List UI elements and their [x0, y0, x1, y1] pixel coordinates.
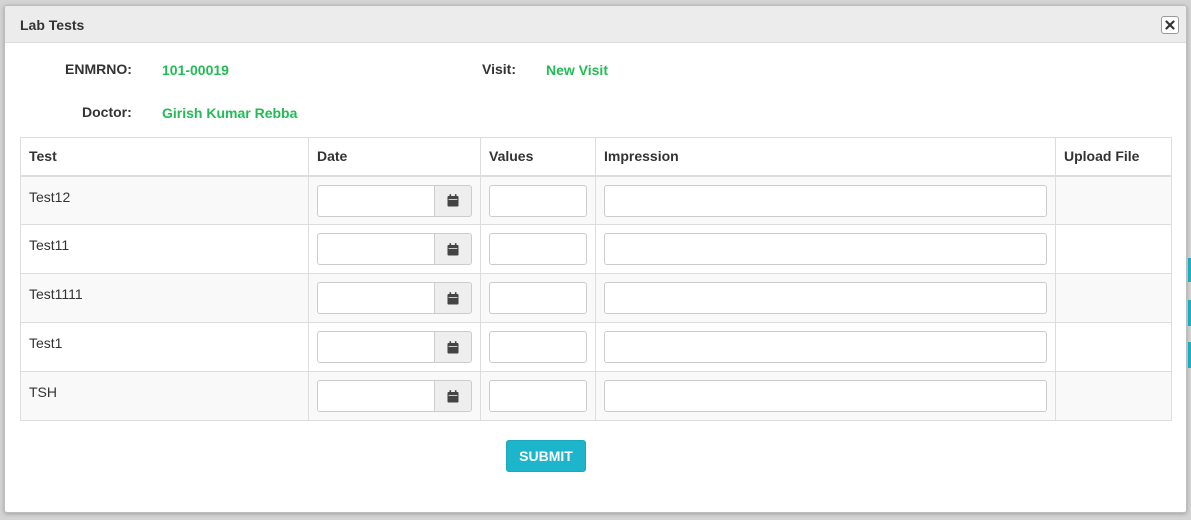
column-header-values: Values — [480, 137, 596, 177]
values-input[interactable] — [489, 233, 587, 265]
values-input[interactable] — [489, 331, 587, 363]
table-row: Test1111 — [20, 273, 1172, 323]
date-cell — [308, 273, 481, 323]
impression-input[interactable] — [604, 380, 1047, 412]
column-header-date: Date — [308, 137, 481, 177]
doctor-value: Girish Kumar Rebba — [162, 105, 298, 121]
values-cell — [480, 224, 596, 274]
values-cell — [480, 322, 596, 372]
modal-title: Lab Tests — [20, 17, 85, 33]
date-input[interactable] — [317, 282, 434, 314]
test-name: Test12 — [29, 188, 71, 205]
impression-input[interactable] — [604, 331, 1047, 363]
calendar-icon — [447, 194, 459, 207]
lab-tests-table: Test Date Values Impression Upload File … — [20, 137, 1172, 421]
calendar-button[interactable] — [434, 380, 472, 412]
date-input[interactable] — [317, 184, 434, 217]
close-icon — [1165, 20, 1175, 30]
values-cell — [480, 371, 596, 421]
upload-file-cell — [1055, 175, 1172, 225]
table-header-row: Test Date Values Impression Upload File — [20, 137, 1172, 177]
calendar-button[interactable] — [434, 331, 472, 363]
upload-file-cell — [1055, 371, 1172, 421]
date-picker — [317, 184, 472, 217]
date-input[interactable] — [317, 331, 434, 363]
impression-cell — [595, 371, 1056, 421]
close-button[interactable] — [1161, 16, 1179, 34]
date-picker — [317, 282, 472, 314]
upload-file-cell — [1055, 322, 1172, 372]
table-row: Test12 — [20, 175, 1172, 225]
date-input[interactable] — [317, 233, 434, 265]
calendar-button[interactable] — [434, 282, 472, 314]
test-cell: TSH — [20, 371, 309, 421]
test-cell: Test1111 — [20, 273, 309, 323]
impression-cell — [595, 175, 1056, 225]
upload-file-cell — [1055, 224, 1172, 274]
doctor-label: Doctor: — [82, 104, 132, 120]
table-row: Test11 — [20, 224, 1172, 274]
calendar-button[interactable] — [434, 233, 472, 265]
calendar-icon — [447, 389, 459, 402]
visit-value: New Visit — [546, 62, 608, 78]
column-header-upload-file: Upload File — [1055, 137, 1172, 177]
calendar-button[interactable] — [434, 184, 472, 217]
impression-cell — [595, 224, 1056, 274]
impression-cell — [595, 322, 1056, 372]
test-name: TSH — [29, 384, 57, 400]
test-cell: Test11 — [20, 224, 309, 274]
column-header-impression: Impression — [595, 137, 1056, 177]
values-input[interactable] — [489, 380, 587, 412]
values-cell — [480, 175, 596, 225]
enmrno-label: ENMRNO: — [65, 61, 132, 77]
enmrno-value: 101-00019 — [162, 62, 229, 78]
test-name: Test1 — [29, 335, 63, 351]
visit-label: Visit: — [482, 61, 516, 77]
test-cell: Test1 — [20, 322, 309, 372]
table-row: TSH — [20, 371, 1172, 421]
date-picker — [317, 380, 472, 412]
date-cell — [308, 224, 481, 274]
upload-file-cell — [1055, 273, 1172, 323]
date-cell — [308, 322, 481, 372]
test-name: Test11 — [29, 237, 70, 253]
calendar-icon — [447, 242, 459, 255]
calendar-icon — [447, 340, 459, 353]
lab-tests-modal: Lab Tests ENMRNO: 101-00019 Visit: New V… — [4, 5, 1187, 513]
submit-button[interactable]: SUBMIT — [506, 440, 586, 472]
values-input[interactable] — [489, 184, 587, 217]
impression-input[interactable] — [604, 282, 1047, 314]
modal-header: Lab Tests — [5, 6, 1186, 43]
test-name: Test1111 — [29, 286, 83, 302]
values-cell — [480, 273, 596, 323]
date-cell — [308, 371, 481, 421]
date-cell — [308, 175, 481, 225]
date-picker — [317, 233, 472, 265]
impression-input[interactable] — [604, 184, 1047, 217]
date-input[interactable] — [317, 380, 434, 412]
table-row: Test1 — [20, 322, 1172, 372]
values-input[interactable] — [489, 282, 587, 314]
test-cell: Test12 — [20, 175, 309, 225]
date-picker — [317, 331, 472, 363]
calendar-icon — [447, 291, 459, 304]
impression-cell — [595, 273, 1056, 323]
impression-input[interactable] — [604, 233, 1047, 265]
column-header-test: Test — [20, 137, 309, 177]
